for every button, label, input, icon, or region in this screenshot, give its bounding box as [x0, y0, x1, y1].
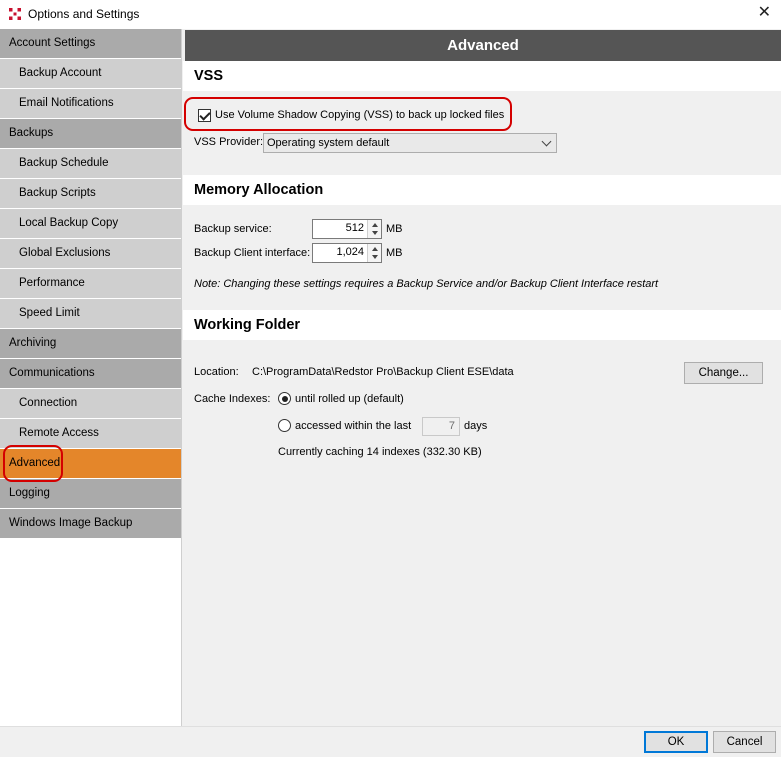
sidebar-item-email-notifications[interactable]: Email Notifications: [0, 89, 181, 118]
change-location-button[interactable]: Change...: [684, 362, 763, 384]
chevron-up-icon[interactable]: [372, 247, 378, 251]
redstor-logo-icon: [8, 7, 22, 21]
settings-sidebar: Account Settings Backup Account Email No…: [0, 29, 182, 726]
backup-service-value: 512: [345, 222, 364, 234]
sidebar-item-performance[interactable]: Performance: [0, 269, 181, 298]
chevron-down-icon: [541, 136, 552, 147]
sidebar-item-advanced[interactable]: Advanced: [0, 449, 181, 478]
sidebar-item-remote-access[interactable]: Remote Access: [0, 419, 181, 448]
vss-provider-value: Operating system default: [267, 137, 390, 149]
sidebar-item-logging[interactable]: Logging: [0, 479, 181, 508]
close-icon[interactable]: ✕: [758, 5, 771, 21]
sidebar-item-account-settings[interactable]: Account Settings: [0, 29, 181, 58]
vss-checkbox-label: Use Volume Shadow Copying (VSS) to back …: [215, 109, 505, 121]
backup-client-unit: MB: [386, 247, 403, 259]
sidebar-item-backup-account[interactable]: Backup Account: [0, 59, 181, 88]
backup-service-stepper[interactable]: 512: [312, 219, 382, 239]
sidebar-item-backup-schedule[interactable]: Backup Schedule: [0, 149, 181, 178]
window-title: Options and Settings: [28, 7, 140, 21]
backup-service-label: Backup service:: [194, 223, 272, 235]
sidebar-item-backups[interactable]: Backups: [0, 119, 181, 148]
sidebar-item-connection[interactable]: Connection: [0, 389, 181, 418]
days-label: days: [464, 420, 488, 432]
location-value: C:\ProgramData\Redstor Pro\Backup Client…: [252, 366, 514, 378]
sidebar-item-global-exclusions[interactable]: Global Exclusions: [0, 239, 181, 268]
chevron-down-icon[interactable]: [372, 231, 378, 235]
sidebar-item-windows-image-backup[interactable]: Windows Image Backup: [0, 509, 181, 538]
dialog-footer: OK Cancel: [0, 726, 781, 757]
sidebar-item-communications[interactable]: Communications: [0, 359, 181, 388]
chevron-down-icon[interactable]: [372, 255, 378, 259]
memory-restart-note: Note: Changing these settings requires a…: [194, 278, 659, 290]
vss-section-heading: VSS: [183, 61, 781, 91]
backup-client-value: 1,024: [336, 246, 364, 258]
stepper-arrows[interactable]: [367, 244, 381, 262]
cancel-button[interactable]: Cancel: [713, 731, 776, 753]
cache-indexes-label: Cache Indexes:: [194, 393, 271, 405]
working-folder-section-heading: Working Folder: [183, 310, 781, 340]
page-title: Advanced: [185, 30, 781, 61]
sidebar-item-speed-limit[interactable]: Speed Limit: [0, 299, 181, 328]
days-input[interactable]: 7: [422, 417, 460, 436]
sidebar-item-archiving[interactable]: Archiving: [0, 329, 181, 358]
stepper-arrows[interactable]: [367, 220, 381, 238]
title-bar: Options and Settings ✕: [0, 0, 781, 29]
radio-accessed-within-label: accessed within the last: [295, 420, 412, 432]
sidebar-item-local-backup-copy[interactable]: Local Backup Copy: [0, 209, 181, 238]
radio-accessed-within[interactable]: [278, 419, 291, 432]
settings-content: Advanced VSS Use Volume Shadow Copying (…: [183, 29, 781, 726]
sidebar-item-backup-scripts[interactable]: Backup Scripts: [0, 179, 181, 208]
radio-until-rolled-up-label: until rolled up (default): [295, 393, 404, 405]
backup-client-label: Backup Client interface:: [194, 247, 311, 259]
backup-service-unit: MB: [386, 223, 403, 235]
cache-status: Currently caching 14 indexes (332.30 KB): [278, 446, 482, 458]
location-label: Location:: [194, 366, 239, 378]
vss-provider-label: VSS Provider:: [194, 136, 264, 148]
memory-section-heading: Memory Allocation: [183, 175, 781, 205]
backup-client-stepper[interactable]: 1,024: [312, 243, 382, 263]
chevron-up-icon[interactable]: [372, 223, 378, 227]
vss-provider-select[interactable]: Operating system default: [263, 133, 557, 153]
vss-checkbox[interactable]: [198, 109, 211, 122]
radio-until-rolled-up[interactable]: [278, 392, 291, 405]
ok-button[interactable]: OK: [644, 731, 708, 753]
